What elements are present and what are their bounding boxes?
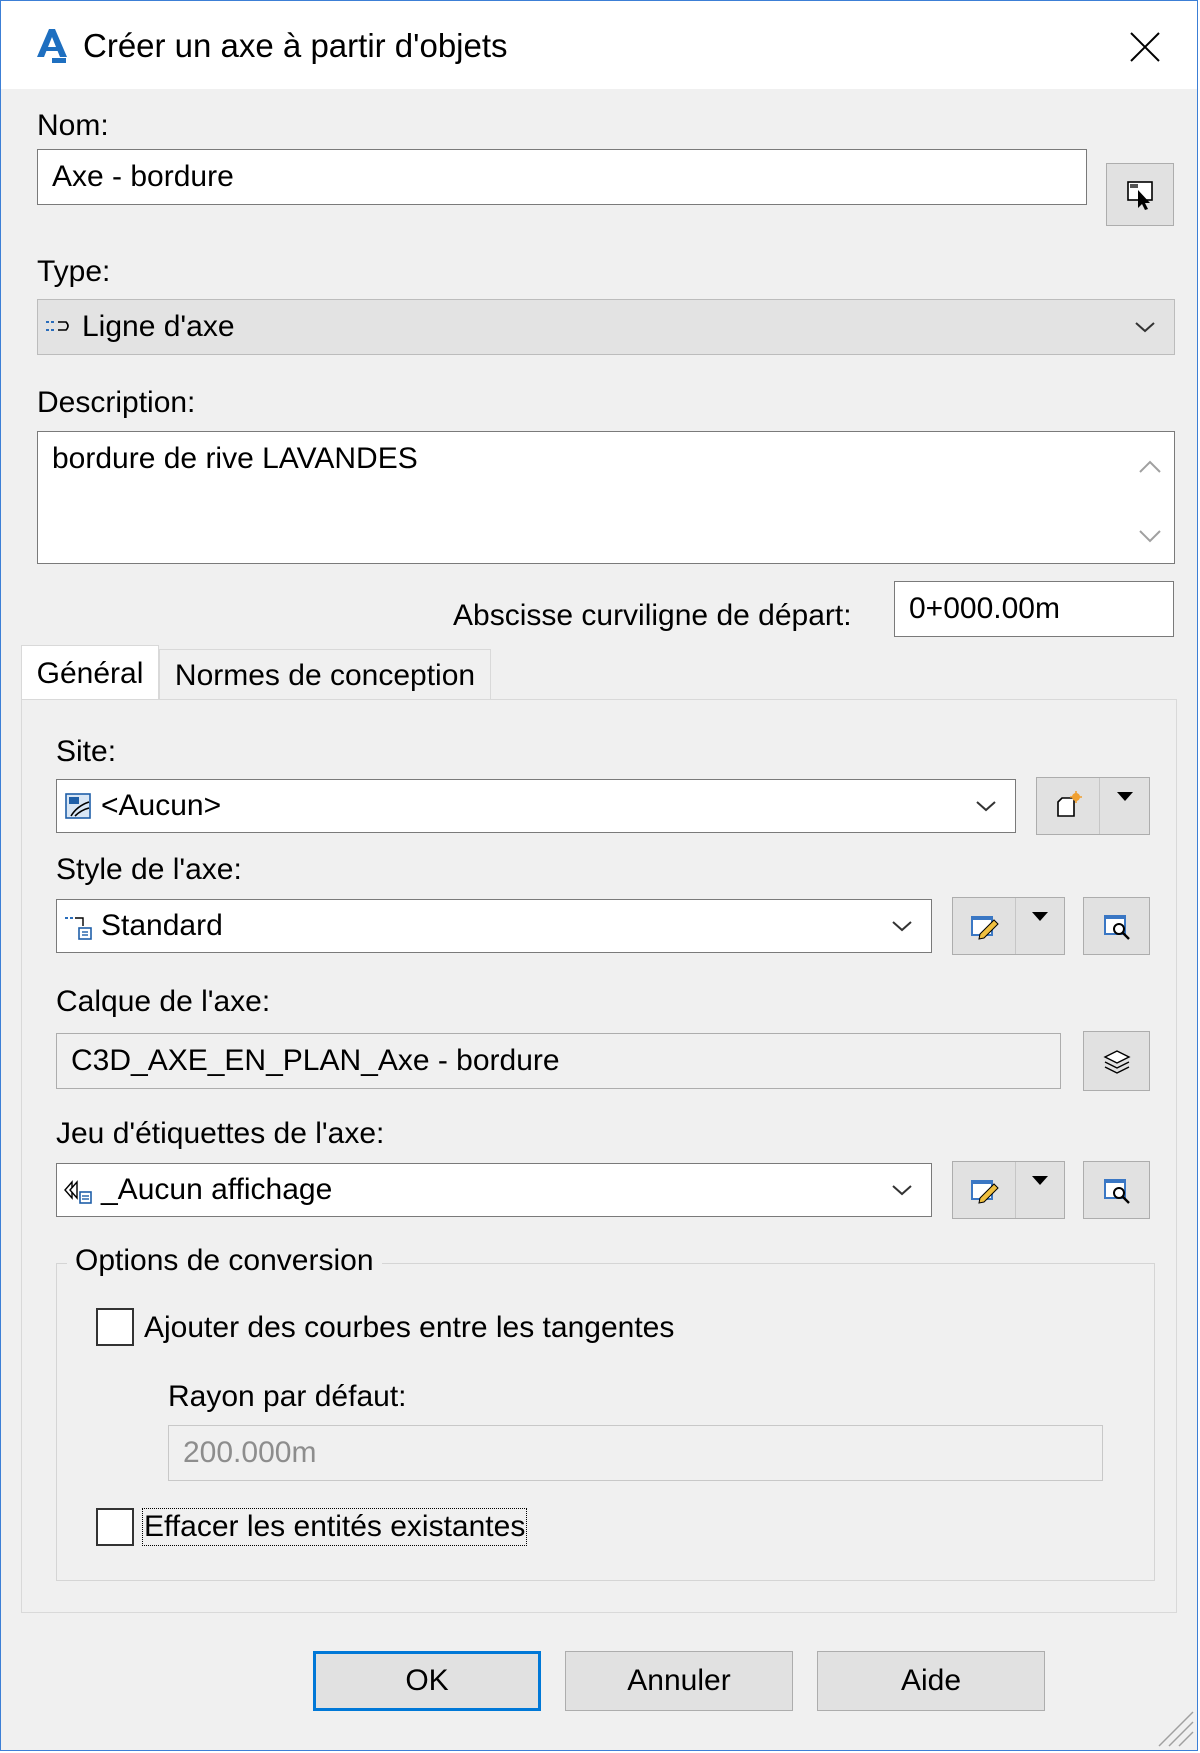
start-station-label: Abscisse curviligne de départ: — [453, 599, 852, 632]
name-label: Nom: — [37, 109, 109, 142]
layer-label: Calque de l'axe: — [56, 985, 271, 1018]
create-alignment-dialog: Créer un axe à partir d'objets Nom: Axe … — [0, 0, 1198, 1751]
edit-label-set-button[interactable] — [953, 1162, 1016, 1218]
style-label: Style de l'axe: — [56, 853, 242, 886]
tab-design-criteria[interactable]: Normes de conception — [159, 649, 491, 701]
new-site-icon — [1057, 791, 1082, 817]
add-curves-label[interactable]: Ajouter des courbes entre les tangentes — [144, 1311, 674, 1345]
type-value: Ligne d'axe — [82, 310, 235, 343]
ok-button[interactable]: OK — [313, 1651, 541, 1711]
create-site-split-button[interactable] — [1036, 777, 1150, 835]
pick-cursor-icon — [1127, 180, 1153, 210]
type-label: Type: — [37, 255, 111, 288]
site-icon — [65, 793, 91, 819]
default-radius-input[interactable]: 200.000m — [168, 1425, 1103, 1481]
scroll-up-icon[interactable] — [1132, 452, 1168, 482]
chevron-down-icon — [892, 921, 912, 932]
site-dropdown[interactable]: <Aucun> — [56, 779, 1016, 833]
scroll-down-icon[interactable] — [1132, 521, 1168, 551]
label-set-value: _Aucun affichage — [101, 1173, 333, 1206]
chevron-down-icon — [892, 1185, 912, 1196]
edit-label-set-split-button[interactable] — [952, 1161, 1065, 1219]
style-value: Standard — [101, 909, 223, 942]
edit-style-icon — [971, 1180, 999, 1204]
autocad-logo-icon — [37, 29, 67, 63]
cancel-button[interactable]: Annuler — [565, 1651, 793, 1711]
dropdown-arrow-icon — [1116, 792, 1133, 801]
description-label: Description: — [37, 386, 196, 419]
description-textarea[interactable]: bordure de rive LAVANDES — [37, 431, 1175, 564]
dialog-title: Créer un axe à partir d'objets — [83, 27, 508, 64]
erase-existing-label[interactable]: Effacer les entités existantes — [141, 1508, 528, 1546]
conversion-options-title: Options de conversion — [67, 1244, 382, 1278]
create-site-button[interactable] — [1037, 778, 1100, 834]
type-dropdown[interactable]: Ligne d'axe — [37, 299, 1175, 355]
pick-from-drawing-button[interactable] — [1106, 163, 1174, 226]
label-set-icon — [64, 1180, 92, 1204]
label-set-label: Jeu d'étiquettes de l'axe: — [56, 1117, 385, 1150]
edit-style-button[interactable] — [953, 898, 1016, 954]
title-bar: Créer un axe à partir d'objets — [1, 1, 1197, 89]
edit-label-set-menu-button[interactable] — [1016, 1162, 1064, 1218]
help-button[interactable]: Aide — [817, 1651, 1045, 1711]
alignment-style-icon — [65, 917, 92, 940]
edit-style-menu-button[interactable] — [1016, 898, 1064, 954]
edit-style-split-button[interactable] — [952, 897, 1065, 955]
start-station-input[interactable]: 0+000.00m — [894, 581, 1174, 637]
edit-style-icon — [971, 916, 999, 940]
close-icon[interactable] — [1123, 25, 1167, 69]
site-label: Site: — [56, 735, 117, 768]
description-text: bordure de rive LAVANDES — [52, 442, 418, 475]
label-set-dropdown[interactable]: _Aucun affichage — [56, 1163, 932, 1217]
name-input[interactable]: Axe - bordure — [37, 149, 1087, 205]
preview-icon — [1103, 1179, 1130, 1204]
resize-grip-icon[interactable] — [1151, 1704, 1195, 1748]
layers-icon — [1102, 1050, 1131, 1074]
dropdown-arrow-icon — [1032, 912, 1048, 921]
dropdown-arrow-icon — [1032, 1176, 1048, 1185]
create-site-menu-button[interactable] — [1100, 778, 1149, 834]
erase-existing-checkbox[interactable] — [96, 1508, 134, 1546]
site-value: <Aucun> — [101, 789, 222, 822]
layer-input[interactable]: C3D_AXE_EN_PLAN_Axe - bordure — [56, 1033, 1061, 1089]
add-curves-checkbox[interactable] — [96, 1308, 134, 1346]
default-radius-label: Rayon par défaut: — [168, 1380, 407, 1413]
style-dropdown[interactable]: Standard — [56, 899, 932, 953]
preview-icon — [1103, 915, 1130, 940]
layer-button[interactable] — [1083, 1031, 1150, 1091]
tab-general[interactable]: Général — [21, 645, 159, 701]
preview-label-set-button[interactable] — [1083, 1161, 1150, 1219]
centerline-icon — [46, 321, 69, 331]
chevron-down-icon — [976, 801, 996, 812]
preview-style-button[interactable] — [1083, 897, 1150, 955]
chevron-down-icon — [1135, 322, 1155, 333]
